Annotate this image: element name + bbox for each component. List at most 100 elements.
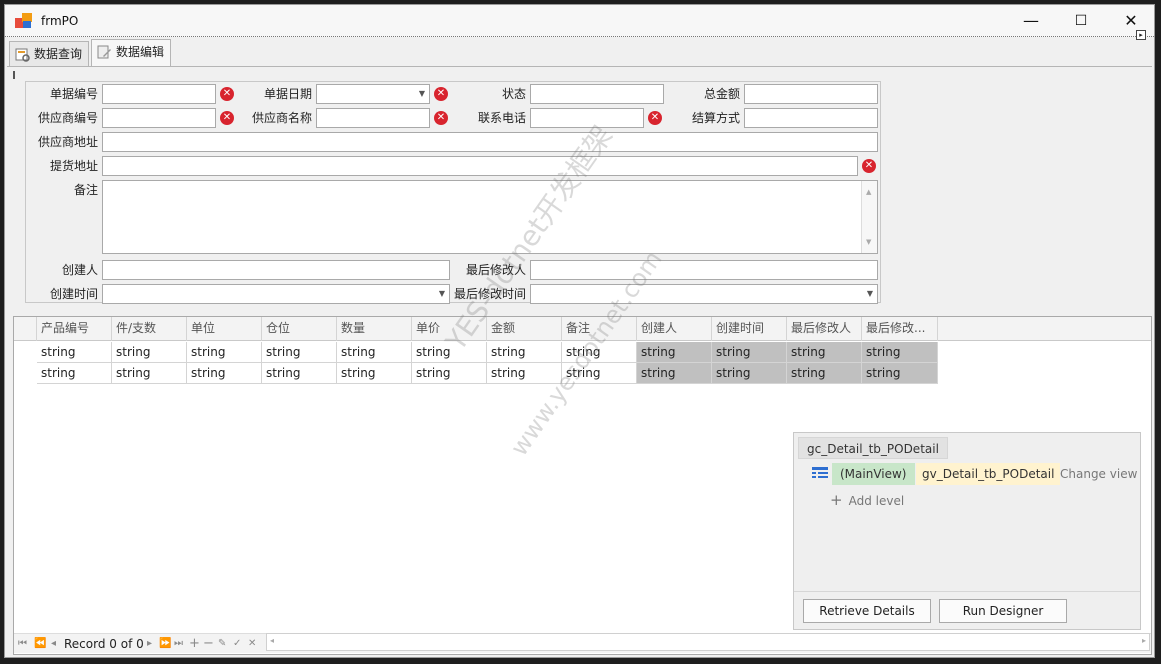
clear-pickup-addr-icon[interactable]: ✕	[862, 159, 876, 173]
modify-time-input[interactable]: ▼	[530, 284, 878, 304]
clear-phone-icon[interactable]: ✕	[648, 111, 662, 125]
grid-cell-readonly: string	[637, 342, 712, 363]
scroll-up-icon[interactable]: ▲	[866, 183, 871, 201]
grid-cell[interactable]: string	[262, 363, 337, 384]
row-indicator-header	[14, 317, 37, 341]
last-record-icon[interactable]: ⏭	[174, 634, 183, 654]
column-header[interactable]: 备注	[562, 317, 637, 341]
creator-label: 创建人	[61, 263, 98, 277]
column-header[interactable]: 仓位	[262, 317, 337, 341]
end-edit-icon[interactable]: ✓	[233, 634, 241, 654]
add-level-label: Add level	[848, 494, 905, 508]
prev-page-icon[interactable]: ⏪	[34, 634, 46, 654]
column-header[interactable]: 最后修改人	[787, 317, 862, 341]
maximize-button[interactable]: ☐	[1056, 5, 1106, 37]
grid-cell-readonly: string	[862, 342, 938, 363]
add-level-button[interactable]: + Add level	[830, 490, 904, 510]
title-bar: frmPO — ☐ ✕ ▸	[5, 5, 1154, 40]
supplier-name-label: 供应商名称	[251, 111, 312, 125]
next-record-icon[interactable]: ▸	[147, 634, 152, 654]
bill-no-label: 单据编号	[49, 87, 98, 101]
creator-input[interactable]	[102, 260, 450, 280]
prev-record-icon[interactable]: ◂	[51, 634, 56, 654]
grid-cell[interactable]: string	[37, 342, 112, 363]
cancel-edit-icon[interactable]: ✕	[248, 634, 256, 654]
detail-grid: 产品编号 件/支数 单位 仓位 数量 单价 金额 备注 创建人 创建时间 最后修…	[13, 316, 1152, 655]
pickup-addr-label: 提货地址	[49, 159, 98, 173]
grid-cell[interactable]: string	[187, 363, 262, 384]
remark-textarea[interactable]: ▲ ▼	[102, 180, 878, 254]
remark-scrollbar[interactable]: ▲ ▼	[861, 181, 877, 253]
grid-cell[interactable]: string	[412, 342, 487, 363]
settle-label: 结算方式	[691, 111, 740, 125]
modifier-input[interactable]	[530, 260, 878, 280]
grid-cell[interactable]: string	[337, 363, 412, 384]
grid-cell[interactable]: string	[37, 363, 112, 384]
settle-input[interactable]	[744, 108, 878, 128]
column-header[interactable]: 金额	[487, 317, 562, 341]
append-icon[interactable]: +	[189, 634, 200, 654]
supplier-addr-input[interactable]	[102, 132, 878, 152]
clear-supplier-no-icon[interactable]: ✕	[220, 111, 234, 125]
phone-label: 联系电话	[477, 111, 526, 125]
plus-icon: +	[830, 491, 843, 509]
run-designer-button[interactable]: Run Designer	[939, 599, 1067, 623]
retrieve-details-button[interactable]: Retrieve Details	[803, 599, 931, 623]
status-input[interactable]	[530, 84, 664, 104]
column-header[interactable]: 单价	[412, 317, 487, 341]
grid-cell[interactable]: string	[487, 342, 562, 363]
next-page-icon[interactable]: ⏩	[159, 634, 171, 654]
column-header[interactable]: 最后修改...	[862, 317, 938, 341]
grid-cell[interactable]: string	[487, 363, 562, 384]
column-header[interactable]: 件/支数	[112, 317, 187, 341]
grid-cell[interactable]: string	[562, 342, 637, 363]
grid-cell[interactable]: string	[412, 363, 487, 384]
close-button[interactable]: ✕	[1106, 5, 1154, 37]
clear-supplier-name-icon[interactable]: ✕	[434, 111, 448, 125]
tab-query[interactable]: 数据查询	[9, 41, 90, 67]
supplier-addr-label: 供应商地址	[37, 135, 98, 149]
dropdown-arrow-icon[interactable]: ▼	[419, 85, 425, 103]
phone-input[interactable]	[530, 108, 644, 128]
grid-cell[interactable]: string	[112, 363, 187, 384]
column-header[interactable]: 产品编号	[37, 317, 112, 341]
grid-cell[interactable]: string	[562, 363, 637, 384]
grid-cell[interactable]: string	[112, 342, 187, 363]
column-header[interactable]: 数量	[337, 317, 412, 341]
column-header[interactable]: 创建时间	[712, 317, 787, 341]
horizontal-scrollbar[interactable]: ◂ ▸	[266, 633, 1150, 651]
tab-strip: 数据查询 数据编辑	[7, 39, 1152, 67]
bill-no-input[interactable]	[102, 84, 216, 104]
grid-cell-readonly: string	[637, 363, 712, 384]
change-view-link[interactable]: Change view	[1060, 463, 1137, 485]
edit-record-icon[interactable]: ✎	[218, 634, 226, 654]
edit-page: 单据编号 ✕ 单据日期 ▼ ✕ 状态 总金额 供应商编号 ✕ 供应商名称 ✕ 联…	[7, 66, 1152, 315]
supplier-name-input[interactable]	[316, 108, 430, 128]
grid-view-name[interactable]: gv_Detail_tb_PODetail	[916, 463, 1061, 485]
main-view-badge[interactable]: (MainView)	[832, 463, 915, 485]
supplier-no-input[interactable]	[102, 108, 216, 128]
pickup-addr-input[interactable]	[102, 156, 858, 176]
clear-bill-no-icon[interactable]: ✕	[220, 87, 234, 101]
first-record-icon[interactable]: ⏮	[18, 634, 27, 654]
scroll-left-icon[interactable]: ◂	[270, 636, 274, 645]
bill-date-input[interactable]: ▼	[316, 84, 430, 104]
minimize-button[interactable]: —	[1006, 5, 1056, 37]
scroll-right-icon[interactable]: ▸	[1142, 636, 1146, 645]
scroll-down-icon[interactable]: ▼	[866, 233, 871, 251]
column-header[interactable]: 创建人	[637, 317, 712, 341]
grid-cell-readonly: string	[862, 363, 938, 384]
grid-cell[interactable]: string	[262, 342, 337, 363]
remove-icon[interactable]: −	[203, 634, 214, 654]
record-counter: Record 0 of 0	[64, 637, 144, 651]
dropdown-arrow-icon[interactable]: ▼	[867, 285, 873, 303]
create-time-input[interactable]: ▼	[102, 284, 450, 304]
grid-cell[interactable]: string	[187, 342, 262, 363]
column-header[interactable]: 单位	[187, 317, 262, 341]
total-input[interactable]	[744, 84, 878, 104]
tab-edit[interactable]: 数据编辑	[91, 39, 172, 67]
grid-cell[interactable]: string	[337, 342, 412, 363]
window-title: frmPO	[41, 14, 79, 28]
clear-bill-date-icon[interactable]: ✕	[434, 87, 448, 101]
grid-cell-readonly: string	[787, 342, 862, 363]
